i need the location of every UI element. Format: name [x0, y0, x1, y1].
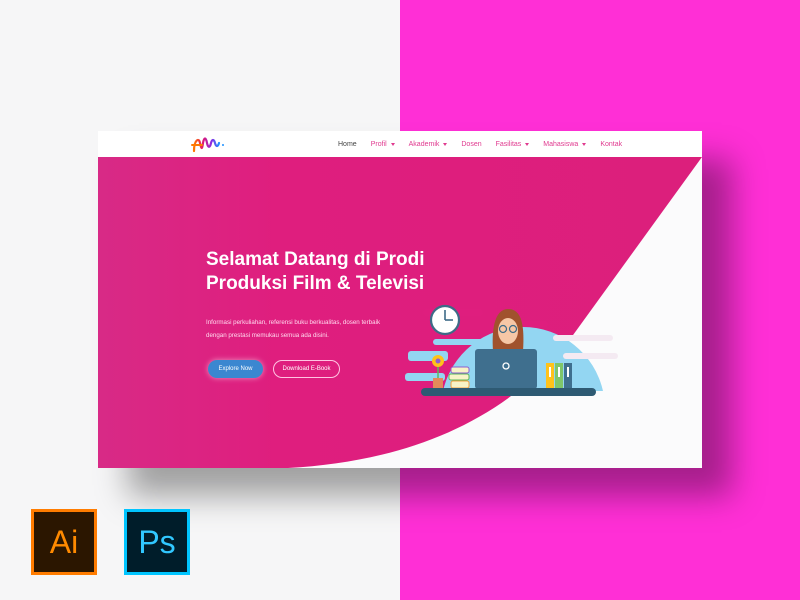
nav-mahasiswa[interactable]: Mahasiswa [543, 140, 587, 148]
nav-label: Kontak [600, 140, 623, 148]
nav-label: Fasilitas [495, 140, 522, 148]
hero-description-line: Informasi perkuliahan, referensi buku be… [206, 319, 381, 326]
photoshop-icon: Ps [124, 509, 190, 575]
laptop-icon [475, 349, 537, 389]
illustrator-icon: Ai [31, 509, 97, 575]
caret-down-icon [582, 142, 587, 146]
stripe [563, 353, 618, 359]
main-nav: Home Profil Akademik Dosen Fasilitas Mah… [338, 131, 636, 157]
wave-logo-icon[interactable] [191, 134, 227, 154]
nav-label: Akademik [408, 140, 440, 148]
caret-down-icon [443, 142, 448, 146]
website-mockup: Home Profil Akademik Dosen Fasilitas Mah… [98, 131, 702, 468]
nav-label: Dosen [461, 140, 482, 148]
stripe [553, 335, 613, 341]
nav-profil[interactable]: Profil [371, 141, 395, 148]
photoshop-label: Ps [138, 523, 176, 560]
nav-label: Home [338, 140, 357, 148]
flower-pot-icon [432, 355, 444, 389]
binders-icon [546, 363, 572, 389]
illustrator-label: Ai [49, 523, 79, 560]
books-stack-icon [448, 366, 470, 389]
hero-title-line: Produksi Film & Televisi [206, 273, 425, 294]
nav-kontak[interactable]: Kontak [600, 141, 622, 148]
desk [421, 388, 596, 396]
nav-fasilitas[interactable]: Fasilitas [496, 141, 530, 148]
nav-dosen[interactable]: Dosen [461, 141, 481, 148]
nav-akademik[interactable]: Akademik [409, 141, 448, 148]
hero-description: Informasi perkuliahan, referensi buku be… [206, 316, 446, 342]
nav-label: Profil [370, 140, 387, 148]
woman-at-laptop-illustration [405, 304, 618, 396]
navbar: Home Profil Akademik Dosen Fasilitas Mah… [98, 131, 702, 157]
explore-now-button[interactable]: Explore Now [208, 360, 263, 378]
hero-description-line: dengan prestasi memukau semua ada disini… [206, 332, 329, 339]
hero-title: Selamat Datang di Prodi Produksi Film & … [206, 248, 425, 296]
hero-title-line: Selamat Datang di Prodi [206, 249, 425, 270]
nav-home[interactable]: Home [338, 141, 357, 148]
caret-down-icon [390, 142, 395, 146]
caret-down-icon [525, 142, 530, 146]
download-ebook-button[interactable]: Download E-Book [273, 360, 340, 378]
nav-label: Mahasiswa [543, 140, 579, 148]
